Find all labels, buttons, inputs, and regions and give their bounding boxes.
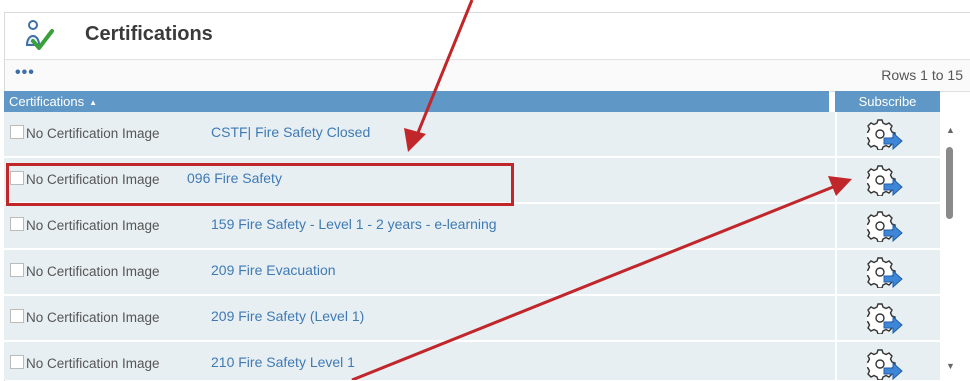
certification-image-alt: No Certification Image [26,356,160,371]
subscribe-gear-arrow-icon[interactable] [867,118,903,150]
table-row: No Certification Image 209 Fire Safety (… [4,296,940,342]
table-row: No Certification Image 159 Fire Safety -… [4,204,940,250]
certification-image-alt: No Certification Image [26,126,160,141]
certification-name-link[interactable]: 209 Fire Evacuation [211,262,336,278]
certification-image: No Certification Image [10,355,160,373]
page-title: Certifications [85,23,213,45]
subscribe-cell [835,204,940,248]
certification-image: No Certification Image [10,217,160,235]
sort-ascending-icon[interactable]: ▲ [89,98,97,107]
certification-image-alt: No Certification Image [26,310,160,325]
certification-name-link[interactable]: 159 Fire Safety - Level 1 - 2 years - e-… [211,216,497,232]
scroll-down-arrow-icon[interactable]: ▼ [946,361,955,371]
subscribe-cell [835,342,940,380]
rows-count-label: Rows 1 to 15 [881,67,963,83]
subscribe-cell [835,250,940,294]
subscribe-gear-arrow-icon[interactable] [867,302,903,334]
table-row: No Certification Image 209 Fire Evacuati… [4,250,940,296]
certification-name-link[interactable]: 209 Fire Safety (Level 1) [211,308,364,324]
toolbar: ••• Rows 1 to 15 [5,60,970,92]
broken-image-icon [10,125,24,139]
subscribe-gear-arrow-icon[interactable] [867,210,903,242]
more-options-button[interactable]: ••• [15,64,35,82]
subscribe-gear-arrow-icon[interactable] [867,256,903,288]
subscribe-cell [835,112,940,156]
subscribe-column-header: Subscribe [835,91,940,112]
broken-image-icon [10,309,24,323]
table-row: No Certification Image CSTF| Fire Safety… [4,112,940,158]
broken-image-icon [10,355,24,369]
subscribe-gear-arrow-icon[interactable] [867,348,903,380]
certification-image: No Certification Image [10,309,160,327]
annotation-highlight-box [6,163,514,206]
table-header: Certifications ▲ Subscribe [4,91,940,112]
certifications-column-label: Certifications [9,94,85,109]
certification-image-alt: No Certification Image [26,264,160,279]
panel-header: Certifications [5,13,970,60]
certification-image: No Certification Image [10,125,160,143]
scroll-up-arrow-icon[interactable]: ▲ [946,125,955,135]
certifications-table-body: No Certification Image CSTF| Fire Safety… [4,112,940,380]
vertical-scrollbar[interactable]: ▲ ▼ [941,117,961,380]
certification-image: No Certification Image [10,263,160,281]
table-row: No Certification Image 210 Fire Safety L… [4,342,940,380]
subscribe-cell [835,158,940,202]
scrollbar-thumb[interactable] [946,147,953,219]
subscribe-cell [835,296,940,340]
certification-name-link[interactable]: CSTF| Fire Safety Closed [211,124,370,140]
broken-image-icon [10,263,24,277]
certification-name-link[interactable]: 210 Fire Safety Level 1 [211,354,355,370]
broken-image-icon [10,217,24,231]
certification-image-alt: No Certification Image [26,218,160,233]
certifications-column-header[interactable]: Certifications ▲ [4,91,830,112]
subscribe-gear-arrow-icon[interactable] [867,164,903,196]
certification-person-check-icon [25,20,54,50]
